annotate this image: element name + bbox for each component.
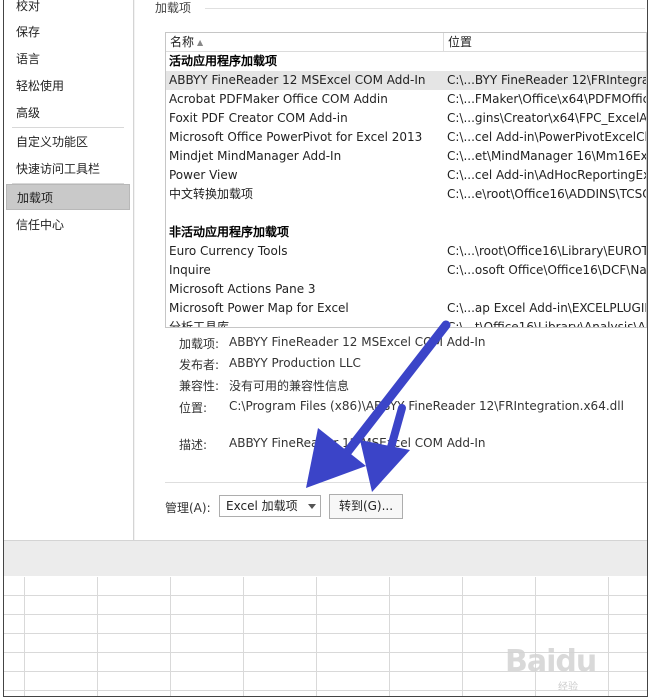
detail-description-value: ABBYY FineReader 12 MSExcel COM Add-In <box>229 436 486 450</box>
detail-location-label: 位置: <box>179 401 208 415</box>
sidebar-item-customize-ribbon[interactable]: 自定义功能区 <box>6 129 130 155</box>
list-header: 名称 ▲ 位置 <box>166 33 646 52</box>
list-item[interactable]: Mindjet MindManager Add-In C:\...et\MindM… <box>166 147 647 166</box>
grid-line <box>4 595 647 596</box>
column-header-name-label: 名称 <box>170 35 195 49</box>
addin-name: Microsoft Actions Pane 3 <box>169 282 316 296</box>
addin-location: C:\...\root\Office16\Library\EUROT <box>447 244 647 258</box>
detail-addin-label: 加载项: <box>179 337 220 351</box>
list-item[interactable]: 分析工具库 C:\...t\Office16\Library\Analysis\A… <box>166 318 647 328</box>
sidebar-item-proofing[interactable]: 校对 <box>6 0 130 19</box>
options-sidebar: 校对 保存 语言 轻松使用 高级 自定义功能区 快速访问工具栏 加载项 信任中心 <box>4 0 134 540</box>
addins-panel: 加载项 名称 ▲ 位置 活动应用程序加载项 ABBYY FineReader 12 … <box>135 0 647 540</box>
list-item <box>166 204 646 223</box>
detail-compat-label: 兼容性: <box>179 379 220 393</box>
manage-divider <box>165 482 647 483</box>
addin-location: C:\...ap Excel Add-in\EXCELPLUGIN <box>447 301 647 315</box>
sidebar-item-language[interactable]: 语言 <box>6 46 130 72</box>
list-item[interactable]: ABBYY FineReader 12 MSExcel COM Add-In C:… <box>166 71 647 90</box>
addin-name: Euro Currency Tools <box>169 244 288 258</box>
watermark-logo: Baidu <box>505 644 597 679</box>
grid-line <box>4 633 647 634</box>
detail-publisher-value: ABBYY Production LLC <box>229 356 361 370</box>
addin-location: C:\...cel Add-in\AdHocReportingEx <box>447 168 647 182</box>
watermark-brand: Baidu <box>505 644 597 679</box>
sort-ascending-icon: ▲ <box>197 38 204 47</box>
detail-addin-value: ABBYY FineReader 12 MSExcel COM Add-In <box>229 335 486 349</box>
list-item[interactable]: Microsoft Actions Pane 3 <box>166 280 646 299</box>
spreadsheet-grid[interactable] <box>4 577 647 696</box>
sidebar-item-addins[interactable]: 加载项 <box>6 184 130 210</box>
window-frame: 校对 保存 语言 轻松使用 高级 自定义功能区 快速访问工具栏 加载项 信任中心… <box>3 0 648 697</box>
addin-location: C:\...cel Add-in\PowerPivotExcelCli <box>447 130 647 144</box>
sidebar-divider <box>12 127 124 128</box>
addin-location: C:\...et\MindManager 16\Mm16Ex <box>447 149 647 163</box>
list-item[interactable]: Microsoft Power Map for Excel C:\...ap Ex… <box>166 299 647 318</box>
list-group-header: 活动应用程序加载项 <box>166 52 646 71</box>
section-title: 加载项 <box>155 1 192 15</box>
addin-name: 中文转换加载项 <box>169 187 254 201</box>
list-item[interactable]: Microsoft Office PowerPivot for Excel 20… <box>166 128 647 147</box>
addin-location: C:\...BYY FineReader 12\FRIntegrat <box>447 73 647 87</box>
addin-location: C:\...gins\Creator\x64\FPC_ExcelAc <box>447 111 647 125</box>
addin-name: 分析工具库 <box>169 320 230 328</box>
addin-name: Microsoft Power Map for Excel <box>169 301 349 315</box>
addin-location: C:\...e\root\Office16\ADDINS\TCSC <box>447 187 647 201</box>
detail-location-value: C:\Program Files (x86)\ABBYY FineReader … <box>229 399 624 413</box>
list-group-header: 非活动应用程序加载项 <box>166 223 646 242</box>
list-item[interactable]: Power View C:\...cel Add-in\AdHocReportin… <box>166 166 647 185</box>
sidebar-item-trust-center[interactable]: 信任中心 <box>6 212 130 238</box>
addin-name: Inquire <box>169 263 211 277</box>
addin-name: Foxit PDF Creator COM Add-in <box>169 111 348 125</box>
grid-line <box>4 690 647 691</box>
detail-publisher-label: 发布者: <box>179 358 220 372</box>
addin-location: C:\...osoft Office\Office16\DCF\Nat <box>447 263 647 277</box>
addin-name: ABBYY FineReader 12 MSExcel COM Add-In <box>169 73 426 87</box>
section-divider <box>205 8 645 9</box>
addin-location: C:\...FMaker\Office\x64\PDFMOffic <box>447 92 647 106</box>
chevron-down-icon <box>308 504 316 509</box>
column-header-location[interactable]: 位置 <box>444 33 646 52</box>
list-item[interactable]: Acrobat PDFMaker Office COM Addin C:\...F… <box>166 90 647 109</box>
watermark-sub: 经验 <box>558 682 578 693</box>
addin-location: C:\...t\Office16\Library\Analysis\ANA <box>447 320 647 328</box>
addin-name: Power View <box>169 168 238 182</box>
sidebar-item-advanced[interactable]: 高级 <box>6 100 130 126</box>
addin-name: Mindjet MindManager Add-In <box>169 149 342 163</box>
addin-name: 非活动应用程序加载项 <box>169 225 290 239</box>
manage-select-value: Excel 加载项 <box>226 499 298 513</box>
excel-options-dialog: 校对 保存 语言 轻松使用 高级 自定义功能区 快速访问工具栏 加载项 信任中心… <box>4 0 647 576</box>
manage-label: 管理(A): <box>165 501 211 515</box>
column-header-name[interactable]: 名称 ▲ <box>166 33 444 52</box>
grid-line <box>4 614 647 615</box>
detail-compat-value: 没有可用的兼容性信息 <box>229 379 350 393</box>
sidebar-item-save[interactable]: 保存 <box>6 19 130 45</box>
sidebar-item-quick-access-toolbar[interactable]: 快速访问工具栏 <box>6 156 130 182</box>
manage-addins-select[interactable]: Excel 加载项 <box>219 495 321 517</box>
sidebar-item-accessibility[interactable]: 轻松使用 <box>6 73 130 99</box>
addin-name: Acrobat PDFMaker Office COM Addin <box>169 92 388 106</box>
detail-description-label: 描述: <box>179 438 208 452</box>
addins-list[interactable]: 名称 ▲ 位置 活动应用程序加载项 ABBYY FineReader 12 MSEx… <box>165 32 647 328</box>
list-item[interactable]: 中文转换加载项 C:\...e\root\Office16\ADDINS\TCSC <box>166 185 647 204</box>
dialog-footer <box>4 540 647 576</box>
list-item[interactable]: Foxit PDF Creator COM Add-in C:\...gins\C… <box>166 109 647 128</box>
list-item[interactable]: Inquire C:\...osoft Office\Office16\DCF\N… <box>166 261 647 280</box>
addin-name: 活动应用程序加载项 <box>169 54 278 68</box>
go-button[interactable]: 转到(G)... <box>329 494 403 519</box>
column-header-location-label: 位置 <box>448 35 473 49</box>
addin-name: Microsoft Office PowerPivot for Excel 20… <box>169 130 423 144</box>
list-item[interactable]: Euro Currency Tools C:\...\root\Office16\… <box>166 242 647 261</box>
